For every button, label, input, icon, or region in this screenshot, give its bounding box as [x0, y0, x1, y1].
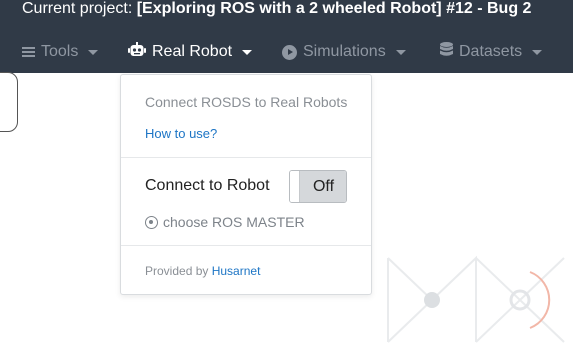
app-window: Current project: [Exploring ROS with a 2… — [0, 0, 573, 350]
project-title: Current project: [Exploring ROS with a 2… — [22, 0, 531, 20]
play-circle-icon — [282, 44, 297, 60]
dropdown-title: Connect ROSDS to Real Robots — [145, 94, 348, 110]
main-nav: Tools Real Robot Simulations Datasets — [0, 32, 573, 72]
husarnet-link[interactable]: Husarnet — [212, 264, 261, 278]
database-icon — [440, 42, 453, 62]
radio-dot-icon — [145, 215, 158, 229]
project-prefix: Current project: — [22, 0, 133, 17]
nav-datasets-label: Datasets — [459, 43, 523, 60]
menu-bars-icon — [22, 46, 35, 58]
left-panel-edge — [0, 72, 18, 132]
choose-ros-master-option[interactable]: choose ROS MASTER — [145, 214, 305, 230]
nav-real-robot-label: Real Robot — [152, 43, 233, 60]
real-robot-dropdown: Connect ROSDS to Real Robots How to use?… — [120, 74, 372, 295]
toggle-knob — [290, 171, 300, 202]
connect-to-robot-label: Connect to Robot — [145, 177, 270, 194]
toggle-state-label: Off — [300, 171, 346, 202]
chevron-down-icon — [395, 49, 406, 55]
robot-icon — [128, 41, 146, 63]
divider — [121, 157, 371, 158]
chevron-down-icon — [532, 49, 543, 55]
divider — [121, 245, 371, 246]
nav-simulations-label: Simulations — [303, 43, 386, 60]
background-decoration — [387, 255, 565, 343]
nav-simulations[interactable]: Simulations — [282, 32, 406, 72]
nav-tools[interactable]: Tools — [22, 32, 99, 72]
project-name: [Exploring ROS with a 2 wheeled Robot] #… — [136, 0, 532, 17]
how-to-use-link[interactable]: How to use? — [145, 126, 217, 141]
chevron-down-icon — [242, 49, 253, 55]
chevron-down-icon — [88, 49, 99, 55]
ros-master-label: choose ROS MASTER — [163, 214, 305, 230]
nav-real-robot[interactable]: Real Robot — [128, 32, 253, 72]
provided-by-text: Provided by Husarnet — [145, 264, 260, 278]
nav-datasets[interactable]: Datasets — [440, 32, 543, 72]
connect-robot-toggle[interactable]: Off — [289, 170, 347, 203]
top-bar: Current project: [Exploring ROS with a 2… — [0, 0, 573, 73]
provided-by-label: Provided by — [145, 264, 209, 278]
nav-tools-label: Tools — [41, 43, 79, 60]
